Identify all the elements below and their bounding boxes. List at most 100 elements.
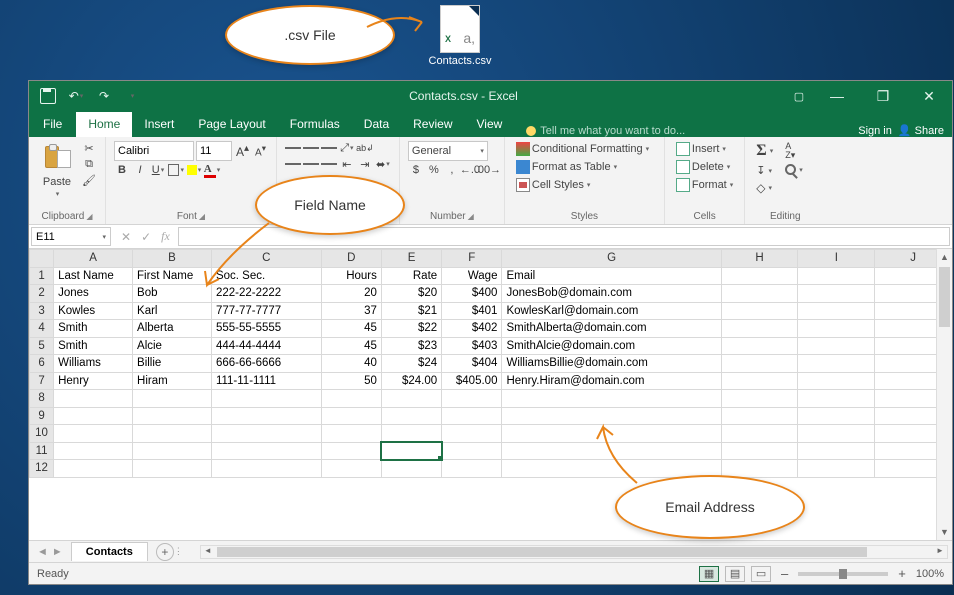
cell-B7[interactable]: Hiram bbox=[133, 372, 212, 390]
tell-me-box[interactable]: Tell me what you want to do... bbox=[526, 125, 685, 137]
col-header-H[interactable]: H bbox=[721, 250, 798, 268]
cell-E3[interactable]: $21 bbox=[381, 302, 441, 320]
align-middle-button[interactable] bbox=[303, 141, 319, 155]
cell-B5[interactable]: Alcie bbox=[133, 337, 212, 355]
cell-C2[interactable]: 222-22-2222 bbox=[211, 285, 321, 303]
row-header-1[interactable]: 1 bbox=[30, 267, 54, 285]
align-right-button[interactable] bbox=[321, 157, 337, 171]
find-select-button[interactable]: ▾ bbox=[782, 163, 806, 176]
align-left-button[interactable] bbox=[285, 157, 301, 171]
row-header-8[interactable]: 8 bbox=[30, 390, 54, 408]
clear-button[interactable]: ◇▾ bbox=[753, 180, 776, 196]
format-as-table-button[interactable]: Format as Table▾ bbox=[513, 159, 652, 175]
row-header-2[interactable]: 2 bbox=[30, 285, 54, 303]
cell-A4[interactable]: Smith bbox=[54, 320, 133, 338]
format-painter-button[interactable]: 🖌 bbox=[81, 173, 97, 187]
cell-D1[interactable]: Hours bbox=[321, 267, 381, 285]
fill-button[interactable]: ↧▾ bbox=[753, 163, 776, 178]
zoom-slider[interactable] bbox=[798, 572, 888, 576]
cell-H10[interactable] bbox=[721, 425, 798, 443]
tab-page-layout[interactable]: Page Layout bbox=[186, 112, 277, 137]
save-button[interactable] bbox=[37, 85, 59, 107]
cell-G4[interactable]: SmithAlberta@domain.com bbox=[502, 320, 721, 338]
cell-I8[interactable] bbox=[798, 390, 875, 408]
cell-I11[interactable] bbox=[798, 442, 875, 460]
cell-A11[interactable] bbox=[54, 442, 133, 460]
vertical-scrollbar[interactable]: ▲ ▼ bbox=[936, 249, 952, 540]
normal-view-button[interactable]: ▦ bbox=[699, 566, 719, 582]
paste-button[interactable]: Paste▾ bbox=[37, 141, 77, 209]
cell-H1[interactable] bbox=[721, 267, 798, 285]
cell-D6[interactable]: 40 bbox=[321, 355, 381, 373]
select-all-corner[interactable] bbox=[30, 250, 54, 268]
sign-in-link[interactable]: Sign in bbox=[858, 125, 892, 137]
autosum-button[interactable]: Σ▾ bbox=[753, 141, 776, 161]
cell-I6[interactable] bbox=[798, 355, 875, 373]
align-top-button[interactable] bbox=[285, 141, 301, 155]
row-header-10[interactable]: 10 bbox=[30, 425, 54, 443]
cell-F1[interactable]: Wage bbox=[442, 267, 502, 285]
cell-H3[interactable] bbox=[721, 302, 798, 320]
cell-A8[interactable] bbox=[54, 390, 133, 408]
cell-C10[interactable] bbox=[211, 425, 321, 443]
percent-format-button[interactable]: % bbox=[426, 163, 442, 177]
cell-E6[interactable]: $24 bbox=[381, 355, 441, 373]
col-header-E[interactable]: E bbox=[381, 250, 441, 268]
tab-formulas[interactable]: Formulas bbox=[278, 112, 352, 137]
font-color-button[interactable]: A▾ bbox=[204, 163, 220, 177]
ribbon-options-button[interactable]: ▢ bbox=[784, 81, 814, 111]
cell-B8[interactable] bbox=[133, 390, 212, 408]
increase-indent-button[interactable]: ⇥ bbox=[357, 157, 373, 171]
cell-G7[interactable]: Henry.Hiram@domain.com bbox=[502, 372, 721, 390]
underline-button[interactable]: U▾ bbox=[150, 163, 166, 177]
cell-B1[interactable]: First Name bbox=[133, 267, 212, 285]
sort-filter-button[interactable]: AZ▾ bbox=[782, 141, 806, 161]
page-layout-view-button[interactable]: ▤ bbox=[725, 566, 745, 582]
page-break-view-button[interactable]: ▭ bbox=[751, 566, 771, 582]
comma-format-button[interactable]: , bbox=[444, 163, 460, 177]
cell-F5[interactable]: $403 bbox=[442, 337, 502, 355]
cell-A10[interactable] bbox=[54, 425, 133, 443]
name-box[interactable]: E11▾ bbox=[31, 227, 111, 246]
cell-F3[interactable]: $401 bbox=[442, 302, 502, 320]
cell-B10[interactable] bbox=[133, 425, 212, 443]
cell-B3[interactable]: Karl bbox=[133, 302, 212, 320]
row-header-7[interactable]: 7 bbox=[30, 372, 54, 390]
cell-B9[interactable] bbox=[133, 407, 212, 425]
col-header-G[interactable]: G bbox=[502, 250, 721, 268]
enter-formula-button[interactable]: ✓ bbox=[141, 230, 151, 244]
row-header-12[interactable]: 12 bbox=[30, 460, 54, 478]
cell-I9[interactable] bbox=[798, 407, 875, 425]
cell-I5[interactable] bbox=[798, 337, 875, 355]
tab-home[interactable]: Home bbox=[76, 112, 132, 137]
close-button[interactable]: ✕ bbox=[906, 81, 952, 111]
cell-B12[interactable] bbox=[133, 460, 212, 478]
zoom-level[interactable]: 100% bbox=[916, 568, 944, 580]
cell-F12[interactable] bbox=[442, 460, 502, 478]
clipboard-launcher[interactable]: ◢ bbox=[86, 212, 92, 221]
tab-scroll-splitter[interactable]: ⋮ bbox=[174, 546, 180, 557]
scroll-up-button[interactable]: ▲ bbox=[937, 249, 952, 265]
cell-F2[interactable]: $400 bbox=[442, 285, 502, 303]
decrease-decimal-button[interactable]: .00→ bbox=[480, 163, 496, 177]
cell-D10[interactable] bbox=[321, 425, 381, 443]
tab-review[interactable]: Review bbox=[401, 112, 464, 137]
qat-customize-button[interactable]: ▾ bbox=[121, 85, 143, 107]
cell-C3[interactable]: 777-77-7777 bbox=[211, 302, 321, 320]
cell-G1[interactable]: Email bbox=[502, 267, 721, 285]
redo-button[interactable]: ↷ bbox=[93, 85, 115, 107]
cell-F9[interactable] bbox=[442, 407, 502, 425]
increase-font-button[interactable]: A▴ bbox=[234, 143, 251, 159]
cell-H6[interactable] bbox=[721, 355, 798, 373]
formula-bar[interactable] bbox=[178, 227, 950, 246]
cell-B11[interactable] bbox=[133, 442, 212, 460]
cell-H12[interactable] bbox=[721, 460, 798, 478]
cell-B4[interactable]: Alberta bbox=[133, 320, 212, 338]
sheet-nav-prev[interactable]: ◄ bbox=[37, 546, 48, 558]
row-header-3[interactable]: 3 bbox=[30, 302, 54, 320]
vscroll-thumb[interactable] bbox=[939, 267, 950, 327]
cell-C8[interactable] bbox=[211, 390, 321, 408]
cell-F11[interactable] bbox=[442, 442, 502, 460]
cancel-formula-button[interactable]: ✕ bbox=[121, 230, 131, 244]
cell-C11[interactable] bbox=[211, 442, 321, 460]
